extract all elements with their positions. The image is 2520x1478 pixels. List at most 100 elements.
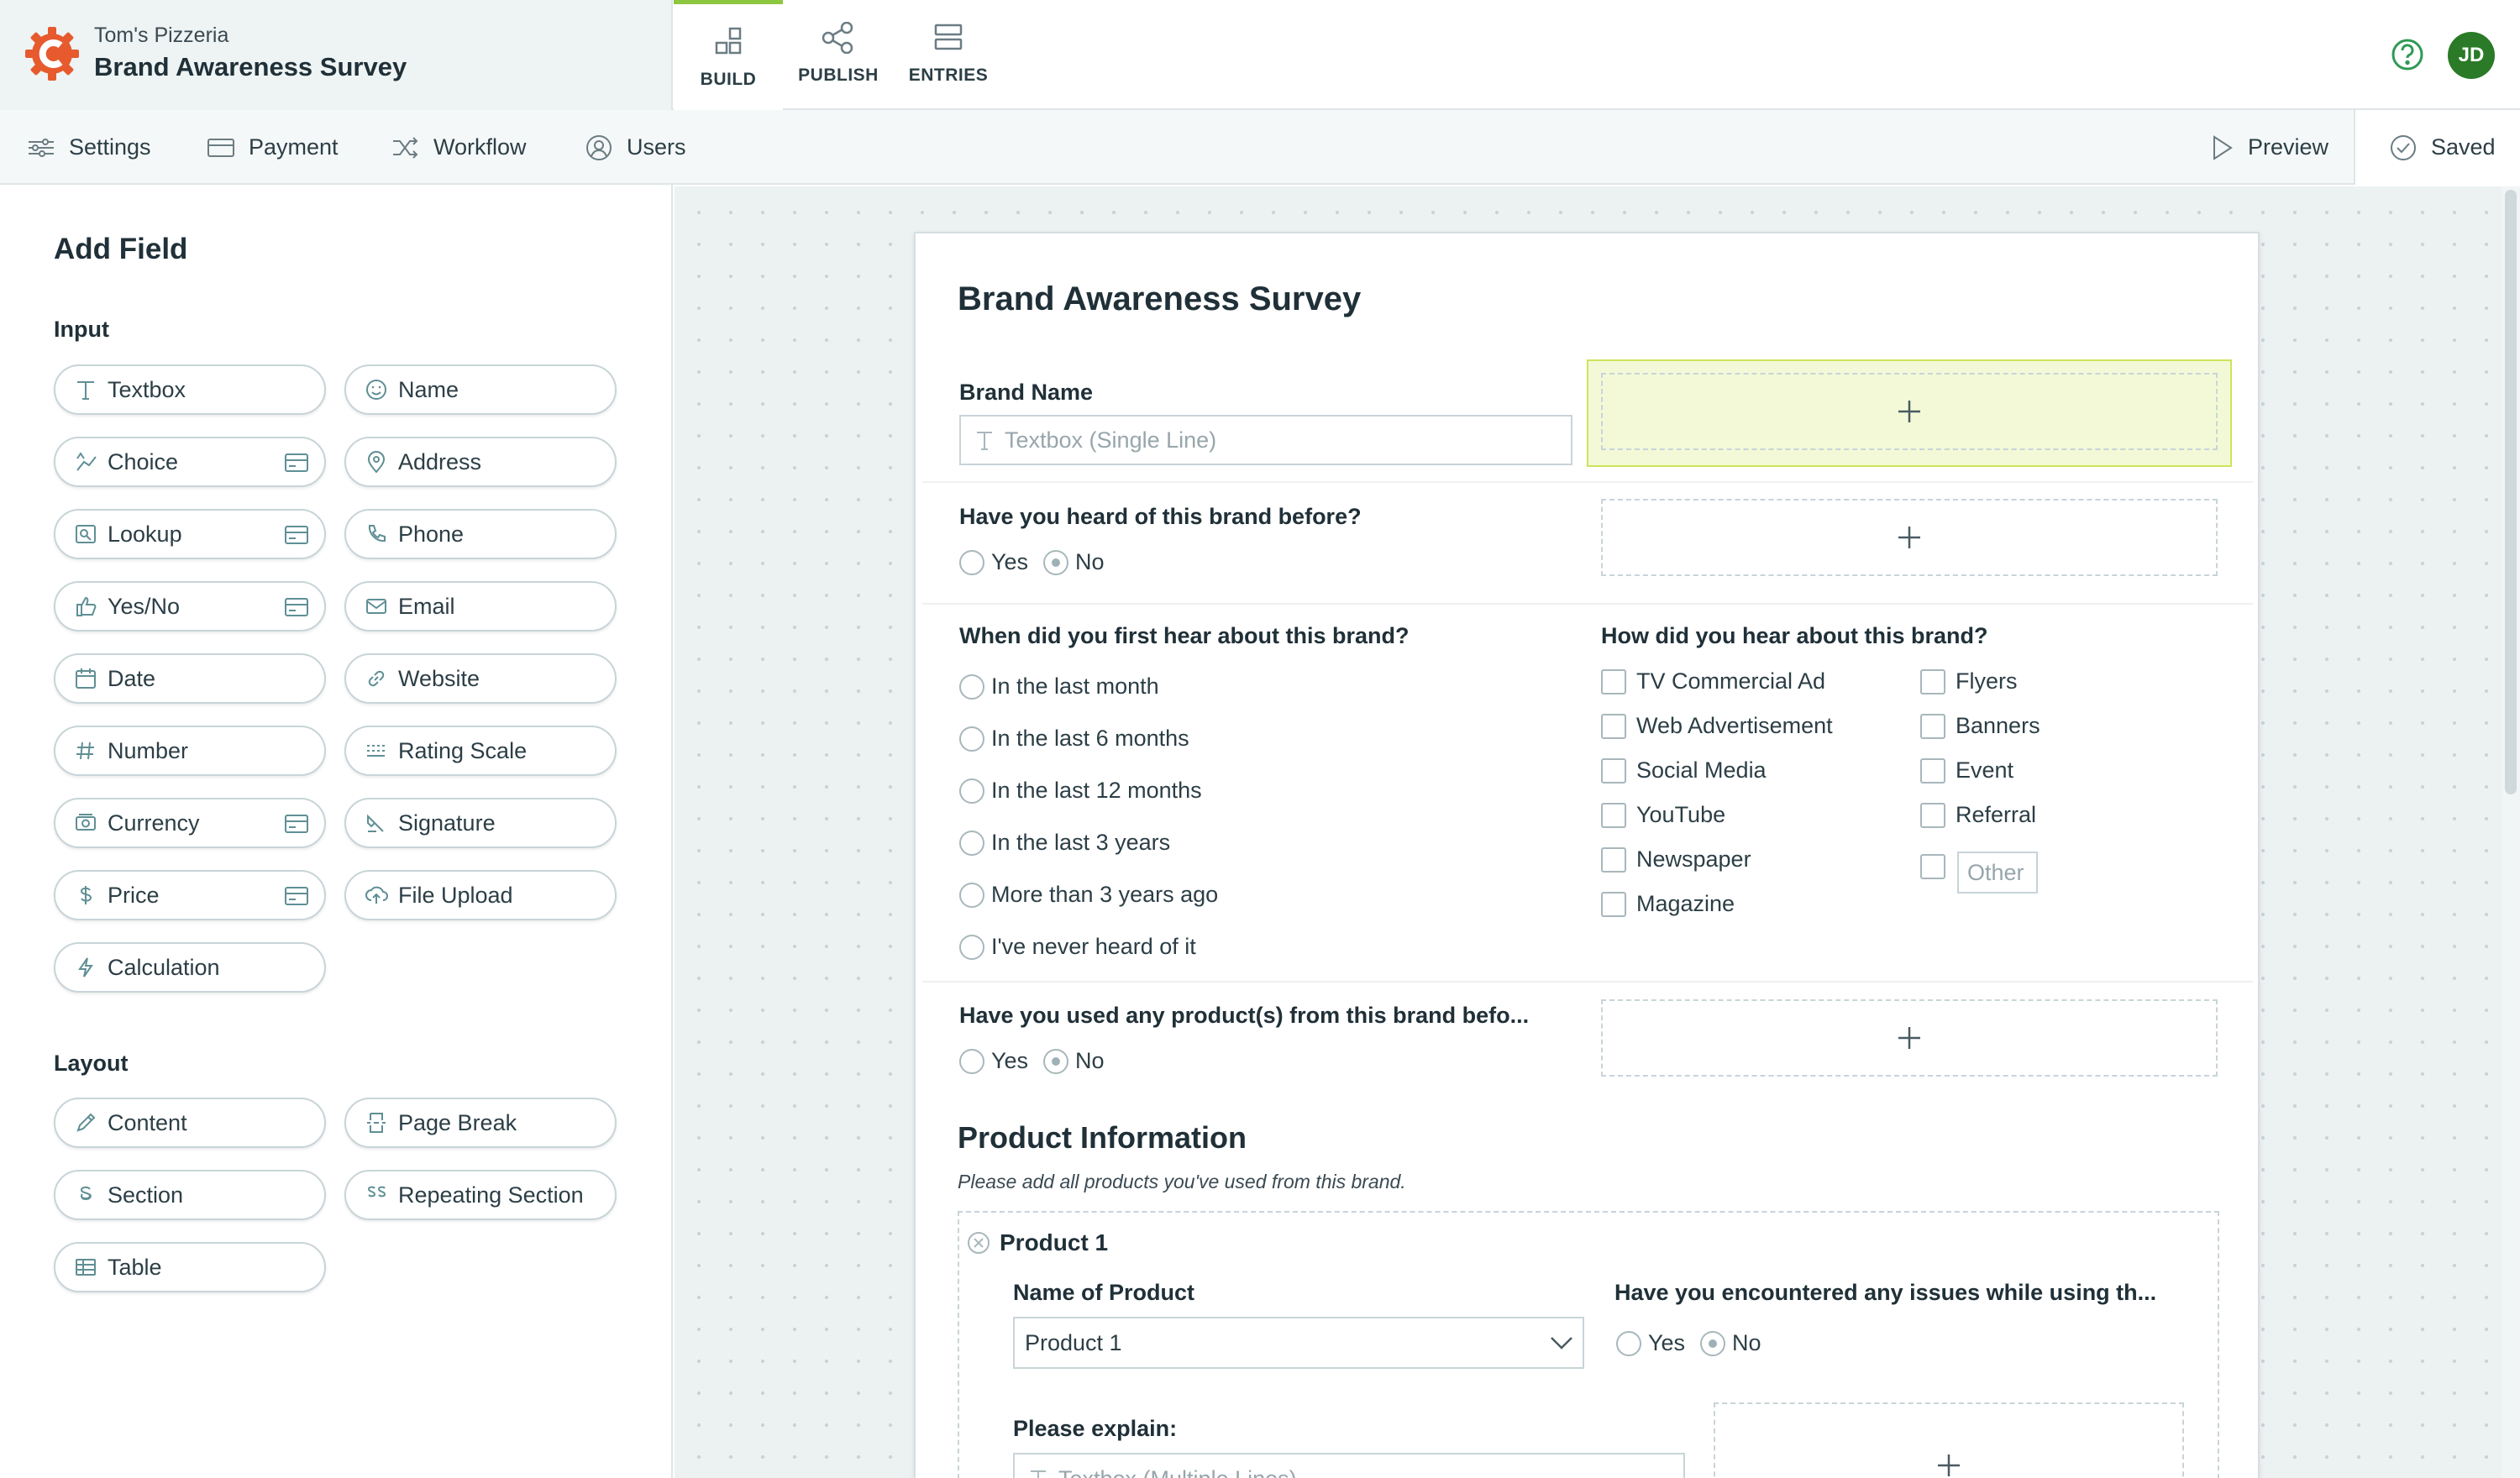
form-name[interactable]: Brand Awareness Survey	[94, 52, 407, 82]
add-field-lookup[interactable]: Lookup	[54, 509, 326, 559]
how-hear-option[interactable]: Newspaper	[1601, 846, 1751, 873]
tab-publish-label: PUBLISH	[798, 66, 879, 85]
add-field-file-upload[interactable]: File Upload	[344, 870, 617, 920]
checkbox[interactable]	[1601, 713, 1626, 739]
heard-before-no[interactable]: No	[1043, 549, 1105, 575]
tab-build[interactable]: BUILD	[674, 0, 783, 110]
checkbox[interactable]	[1920, 757, 1945, 784]
how-hear-option[interactable]: Magazine	[1601, 891, 1735, 917]
add-field-section[interactable]: Section	[54, 1170, 326, 1220]
add-field-drop-zone[interactable]	[1714, 1402, 2184, 1478]
add-field-date[interactable]: Date	[54, 653, 326, 704]
add-field-page-break[interactable]: Page Break	[344, 1098, 617, 1148]
brand-name-input[interactable]: Textbox (Single Line)	[959, 415, 1572, 465]
radio-button[interactable]	[959, 1048, 984, 1074]
first-hear-option[interactable]: In the last 12 months	[959, 778, 1202, 804]
users-link[interactable]: Users	[585, 110, 686, 185]
first-hear-option[interactable]: In the last month	[959, 673, 1159, 700]
first-hear-option[interactable]: I've never heard of it	[959, 934, 1196, 960]
add-field-textbox[interactable]: Textbox	[54, 364, 326, 415]
checkbox[interactable]	[1601, 757, 1626, 784]
canvas-scrollbar[interactable]	[2502, 186, 2520, 1478]
explain-textarea[interactable]: Textbox (Multiple Lines)	[1013, 1453, 1685, 1478]
settings-link[interactable]: Settings	[27, 110, 151, 185]
radio-button[interactable]	[959, 934, 984, 960]
option-label: In the last 12 months	[991, 778, 1202, 803]
checkbox[interactable]	[1920, 802, 1945, 828]
radio-button[interactable]	[959, 778, 984, 804]
radio-button[interactable]	[1043, 549, 1068, 575]
how-hear-other[interactable]: Other	[1920, 840, 2038, 894]
radio-button[interactable]	[959, 830, 984, 856]
radio-button[interactable]	[1700, 1330, 1725, 1356]
add-field-website[interactable]: Website	[344, 653, 617, 704]
first-hear-option[interactable]: In the last 3 years	[959, 830, 1170, 856]
add-field-drop-zone[interactable]	[1601, 999, 2218, 1077]
how-hear-option[interactable]: Referral	[1920, 802, 2036, 828]
checkbox[interactable]	[1601, 668, 1626, 694]
add-field-choice[interactable]: Choice	[54, 437, 326, 487]
how-hear-option[interactable]: YouTube	[1601, 802, 1725, 828]
add-field-phone[interactable]: Phone	[344, 509, 617, 559]
mail-icon-wrap	[363, 593, 390, 620]
preview-button[interactable]: Preview	[2211, 110, 2328, 185]
used-products-no[interactable]: No	[1043, 1048, 1105, 1074]
scrollbar-thumb[interactable]	[2505, 190, 2517, 794]
issues-yes[interactable]: Yes	[1616, 1330, 1685, 1356]
heard-before-yes[interactable]: Yes	[959, 549, 1028, 575]
how-hear-option[interactable]: Event	[1920, 757, 2013, 784]
add-field-currency[interactable]: Currency	[54, 798, 326, 848]
checkbox[interactable]	[1601, 802, 1626, 828]
checkbox[interactable]	[1920, 854, 1945, 879]
first-hear-option[interactable]: More than 3 years ago	[959, 882, 1218, 908]
first-hear-option[interactable]: In the last 6 months	[959, 726, 1189, 752]
add-field-signature[interactable]: Signature	[344, 798, 617, 848]
how-hear-option[interactable]: Web Advertisement	[1601, 713, 1833, 739]
add-field-yes-no[interactable]: Yes/No	[54, 581, 326, 632]
how-hear-option[interactable]: Banners	[1920, 713, 2040, 739]
checkbox[interactable]	[1920, 668, 1945, 694]
checkbox[interactable]	[1920, 713, 1945, 739]
used-products-yes[interactable]: Yes	[959, 1048, 1028, 1074]
radio-button[interactable]	[959, 549, 984, 575]
add-field-number[interactable]: Number	[54, 726, 326, 776]
add-field-rating-scale[interactable]: Rating Scale	[344, 726, 617, 776]
checkbox[interactable]	[1601, 891, 1626, 917]
close-circle-icon[interactable]	[966, 1230, 991, 1255]
add-field-table[interactable]: Table	[54, 1242, 326, 1292]
field-label: Calculation	[108, 954, 220, 980]
add-field-repeating-section[interactable]: Repeating Section	[344, 1170, 617, 1220]
help-icon[interactable]	[2391, 38, 2424, 71]
add-field-address[interactable]: Address	[344, 437, 617, 487]
product-name-select[interactable]: Product 1	[1013, 1317, 1584, 1369]
add-field-calculation[interactable]: Calculation	[54, 942, 326, 993]
radio-button[interactable]	[1616, 1330, 1641, 1356]
add-field-drop-zone[interactable]	[1601, 499, 2218, 576]
tab-entries[interactable]: ENTRIES	[894, 0, 1003, 110]
section-title[interactable]: Product Information	[958, 1120, 1247, 1156]
rating-icon-wrap	[363, 737, 390, 764]
add-field-email[interactable]: Email	[344, 581, 617, 632]
plus-icon	[1938, 1454, 1960, 1476]
settings-label: Settings	[69, 134, 151, 160]
radio-button[interactable]	[1043, 1048, 1068, 1074]
add-field-price[interactable]: Price	[54, 870, 326, 920]
checkbox[interactable]	[1601, 846, 1626, 873]
form-title[interactable]: Brand Awareness Survey	[958, 280, 1361, 318]
radio-button[interactable]	[959, 673, 984, 700]
workflow-link[interactable]: Workflow	[391, 110, 527, 185]
how-hear-option[interactable]: Social Media	[1601, 757, 1767, 784]
avatar[interactable]: JD	[2448, 32, 2495, 79]
how-hear-option[interactable]: Flyers	[1920, 668, 2018, 694]
radio-button[interactable]	[959, 882, 984, 908]
add-field-drop-zone[interactable]	[1601, 373, 2218, 450]
tab-publish[interactable]: PUBLISH	[784, 0, 893, 110]
other-input[interactable]: Other	[1957, 852, 2038, 894]
add-field-name[interactable]: Name	[344, 364, 617, 415]
add-field-content[interactable]: Content	[54, 1098, 326, 1148]
radio-button[interactable]	[959, 726, 984, 752]
how-hear-option[interactable]: TV Commercial Ad	[1601, 668, 1825, 694]
payment-link[interactable]: Payment	[207, 110, 339, 185]
issues-no[interactable]: No	[1700, 1330, 1761, 1356]
app-logo-icon[interactable]	[24, 25, 81, 82]
